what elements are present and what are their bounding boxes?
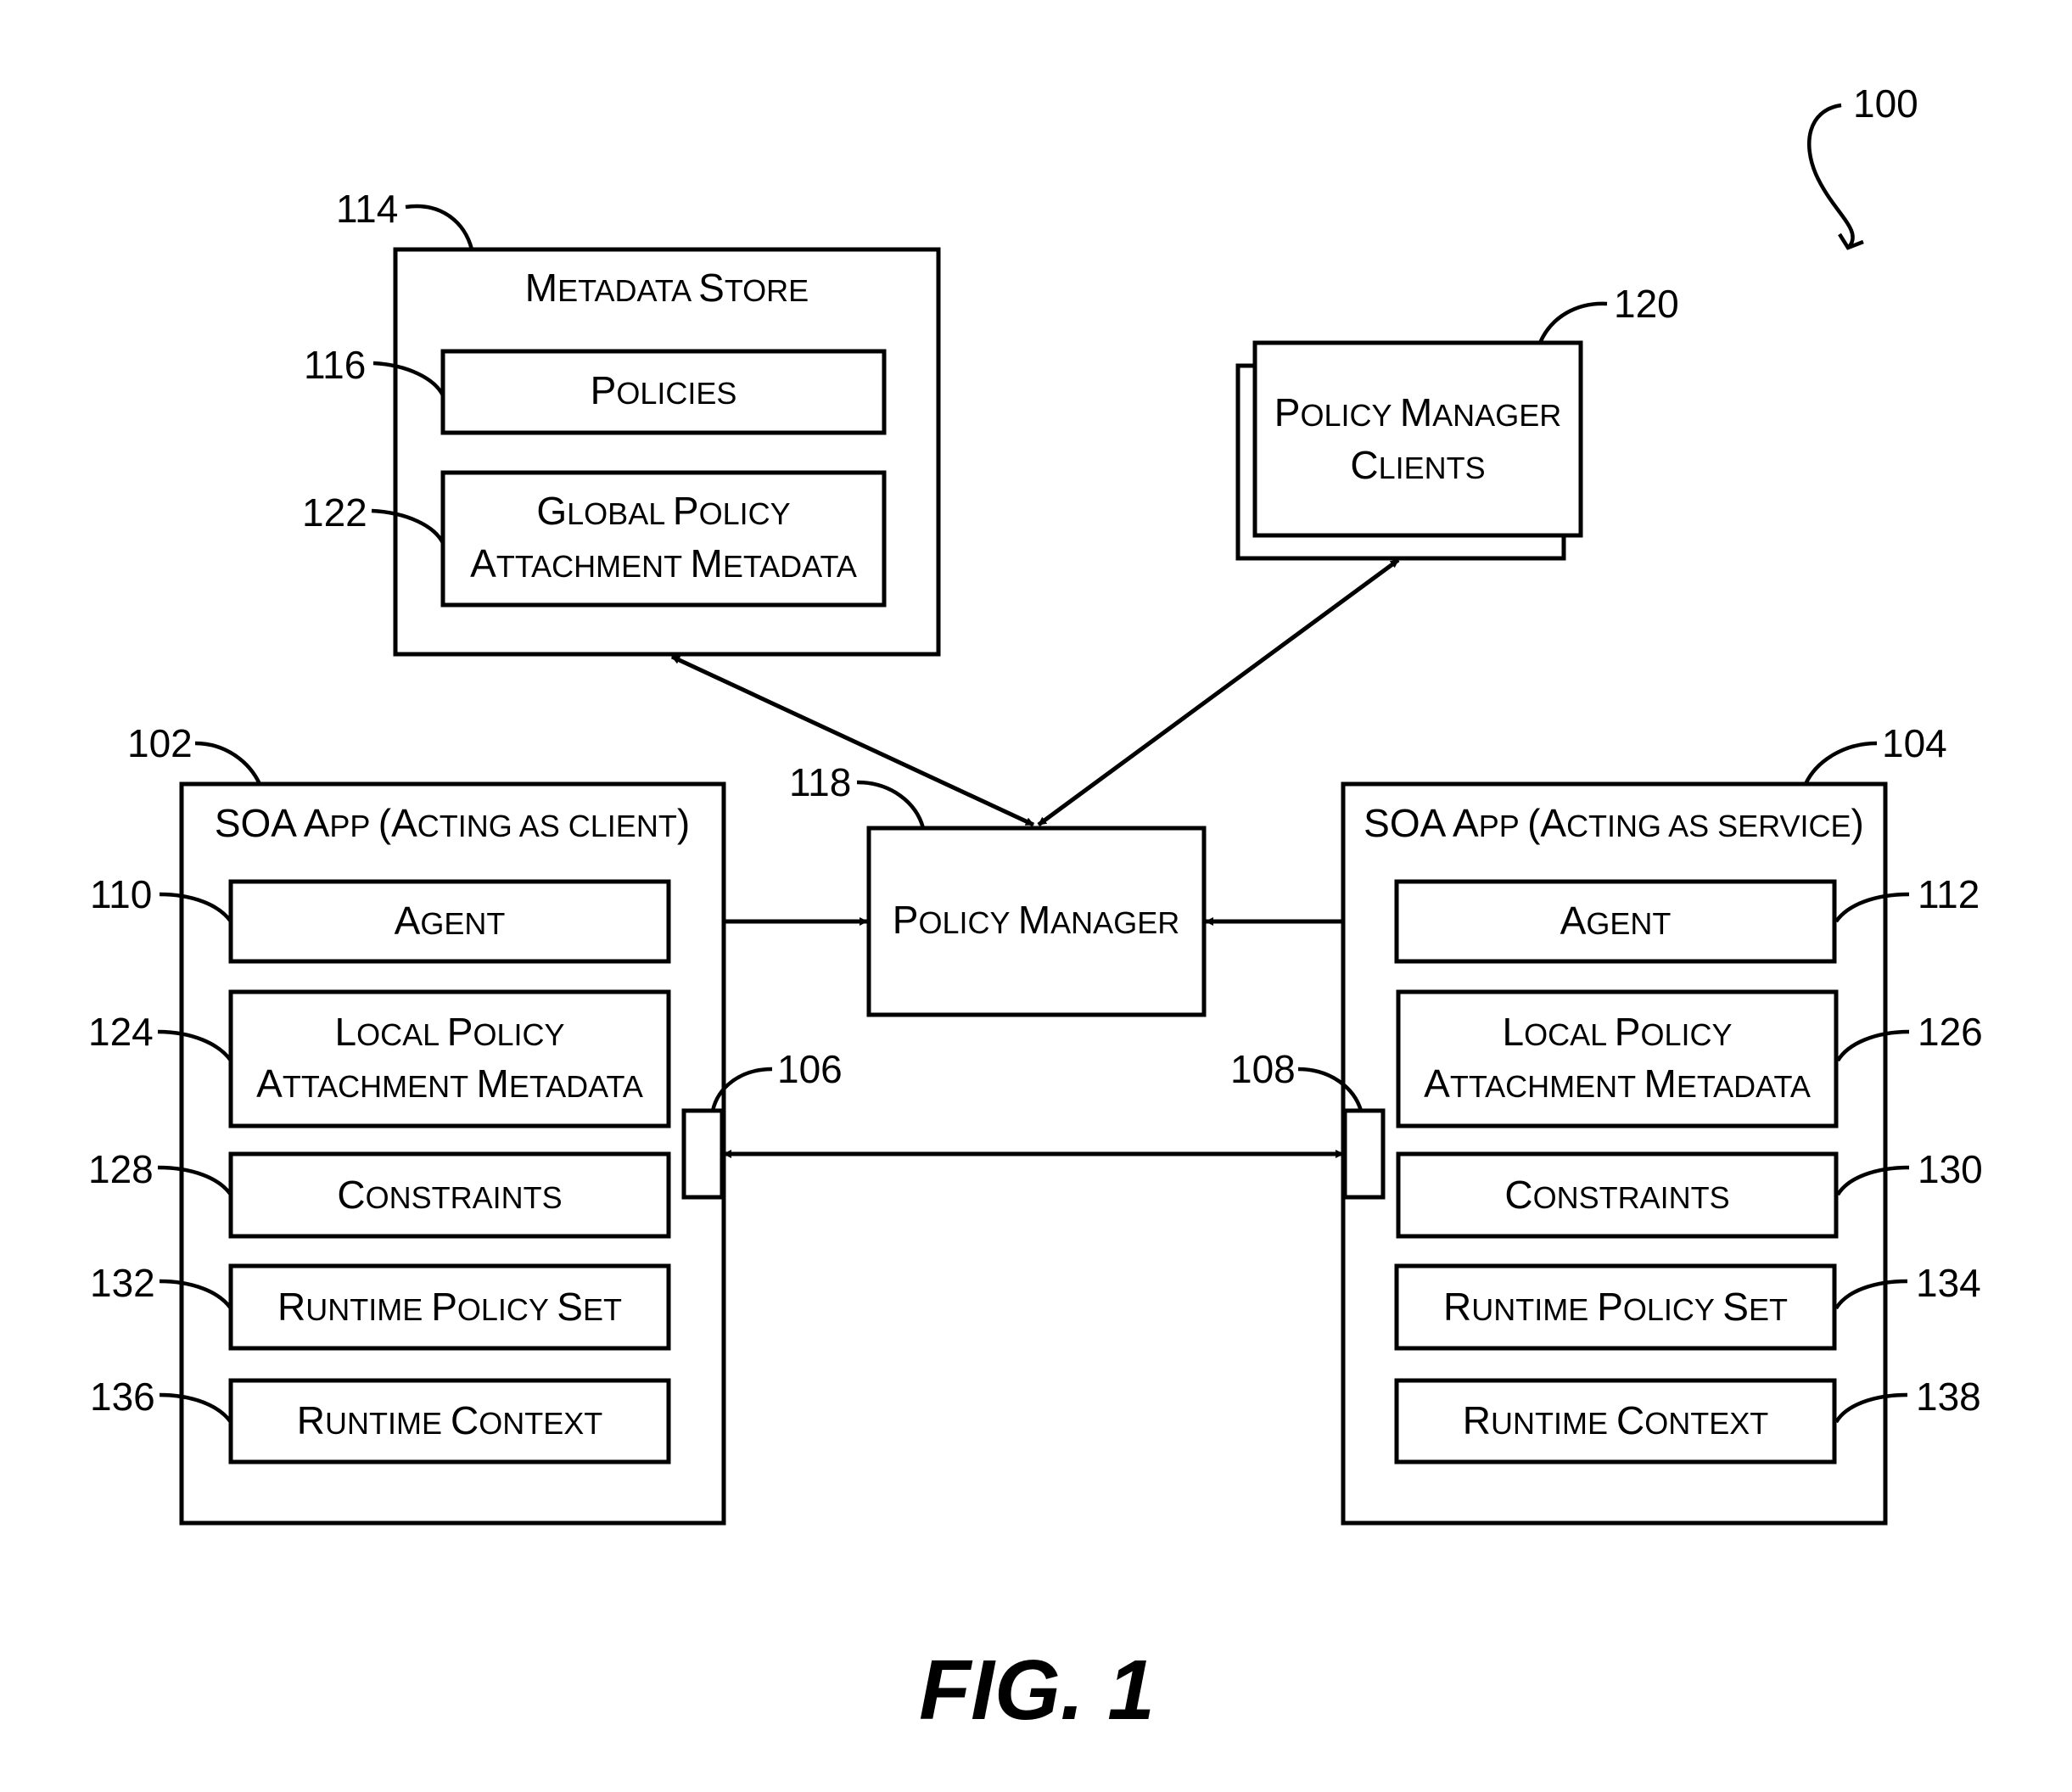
ref-label-100: 100 xyxy=(1853,81,1918,126)
ref-label-128: 128 xyxy=(88,1147,154,1191)
ref-label-132: 132 xyxy=(90,1261,155,1305)
ref-label-106: 106 xyxy=(777,1047,843,1091)
ref-label-126: 126 xyxy=(1918,1010,1983,1054)
ref-label-138: 138 xyxy=(1916,1375,1981,1419)
ref-label-114: 114 xyxy=(336,187,398,231)
leader-102 xyxy=(194,741,262,785)
ref-label-120: 120 xyxy=(1614,282,1679,326)
figure-ref-100: 100 xyxy=(1807,81,1918,250)
policy-manager: POLICY MANAGER 118 xyxy=(789,760,1207,1017)
policy-manager-clients-box[interactable] xyxy=(1252,340,1583,538)
figure-caption: FIG. 1 xyxy=(919,1643,1155,1738)
ref-label-112: 112 xyxy=(1918,872,1980,916)
connector-metadata-store-policy-manager xyxy=(670,654,1035,827)
ref-label-116: 116 xyxy=(304,343,366,387)
policy-manager-clients: POLICY MANAGER CLIENTS 120 xyxy=(1235,282,1679,561)
leader-120 xyxy=(1537,301,1608,344)
service-app: SOA APP (ACTING AS SERVICE) 104 AGENT 11… xyxy=(1230,721,1983,1526)
ref-100-squiggle xyxy=(1807,103,1855,248)
ref-label-118: 118 xyxy=(789,760,851,804)
ref-label-130: 130 xyxy=(1918,1147,1983,1191)
ref-label-108: 108 xyxy=(1230,1047,1296,1091)
client-app: SOA APP (ACTING AS CLIENT) 102 AGENT 110… xyxy=(88,721,843,1526)
ref-label-122: 122 xyxy=(302,490,367,535)
port-108[interactable] xyxy=(1342,1108,1386,1200)
leader-118 xyxy=(856,780,926,829)
ref-label-124: 124 xyxy=(88,1010,154,1054)
global-policy-attachment-box[interactable] xyxy=(440,470,887,608)
ref-label-136: 136 xyxy=(90,1375,155,1419)
ref-label-102: 102 xyxy=(127,721,193,765)
port-106[interactable] xyxy=(681,1108,725,1200)
metadata-store: METADATA STORE 114 POLICIES 116 GLOBAL P… xyxy=(302,187,941,657)
ref-label-134: 134 xyxy=(1916,1261,1981,1305)
leader-104 xyxy=(1803,741,1878,785)
ref-label-110: 110 xyxy=(90,872,152,916)
patent-diagram: 100 METADATA STORE 114 POLICIES 116 GLOB… xyxy=(88,81,1983,1738)
leader-114 xyxy=(405,204,474,250)
ref-label-104: 104 xyxy=(1882,721,1947,765)
